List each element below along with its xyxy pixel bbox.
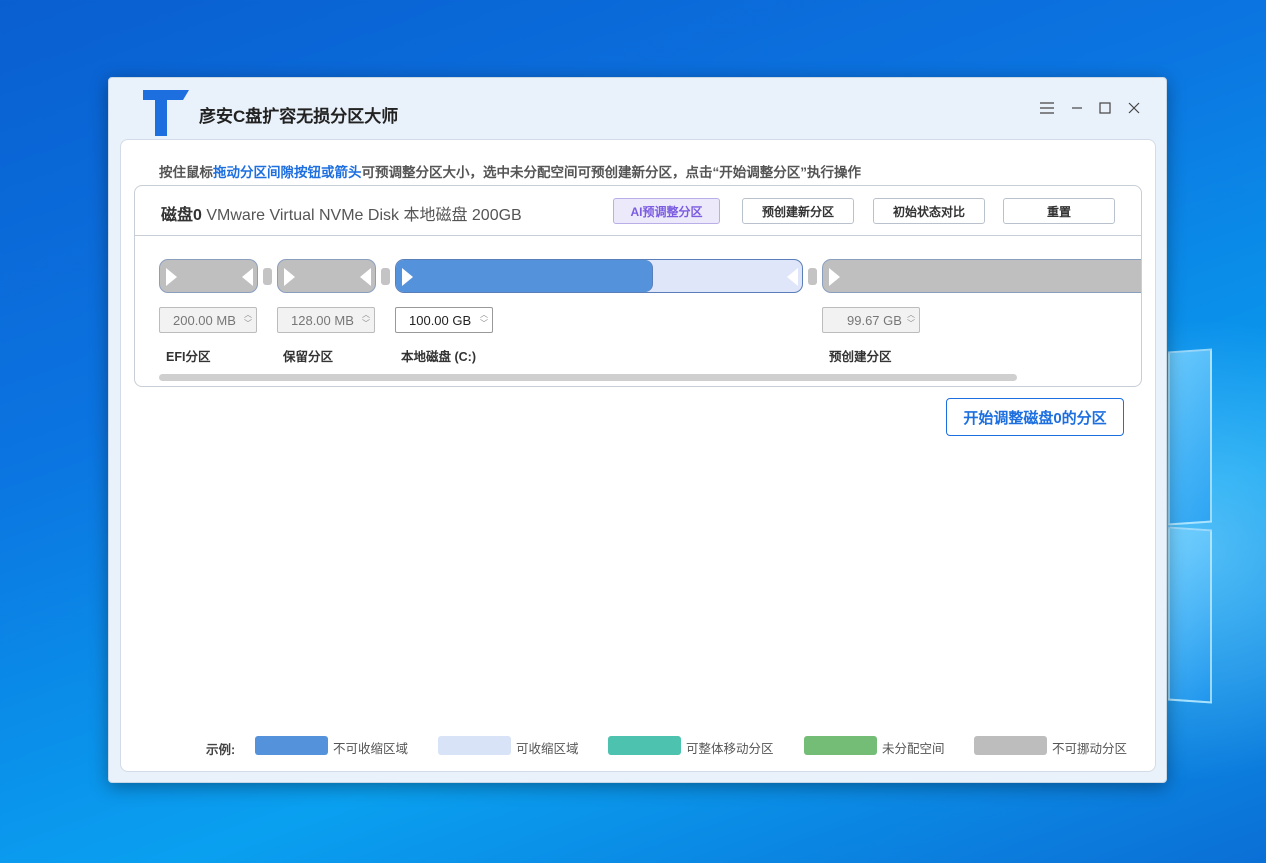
instruction-text: 按住鼠标拖动分区间隙按钮或箭头可预调整分区大小，选中未分配空间可预创建新分区，点… — [159, 161, 861, 181]
precreated-size-value: 99.67 GB — [847, 312, 902, 328]
non-shrinkable-region — [396, 260, 653, 292]
instruction-highlight: 拖动分区间隙按钮或箭头 — [213, 165, 362, 180]
app-logo-icon — [143, 90, 189, 136]
close-icon[interactable] — [1122, 96, 1146, 120]
drag-left-arrow-icon[interactable] — [360, 268, 371, 286]
drag-right-arrow-icon[interactable] — [166, 268, 177, 286]
disk-panel: 磁盘0 VMware Virtual NVMe Disk 本地磁盘 200GB … — [134, 185, 1142, 387]
drag-left-arrow-icon[interactable] — [242, 268, 253, 286]
title-bar: 彦安C盘扩容无损分区大师 — [109, 78, 1166, 138]
menu-icon[interactable] — [1035, 96, 1059, 120]
efi-partition-label: EFI分区 — [166, 350, 211, 364]
spinner-icon[interactable]: ︿ ﹀ — [360, 310, 372, 330]
legend-title: 示例: — [206, 743, 236, 757]
windows-logo-pane-top — [1168, 348, 1212, 526]
disk-description: VMware Virtual NVMe Disk 本地磁盘 200GB — [206, 207, 522, 224]
spinner-icon[interactable]: ︿ ﹀ — [905, 310, 917, 330]
reserved-size-input[interactable]: 128.00 MB ︿ ﹀ — [277, 307, 375, 333]
windows-logo-pane-bottom — [1168, 526, 1212, 704]
partition-bar-precreated[interactable] — [822, 259, 1141, 293]
spinner-icon[interactable]: ︿ ﹀ — [242, 310, 254, 330]
efi-size-input[interactable]: 200.00 MB ︿ ﹀ — [159, 307, 257, 333]
start-adjust-button[interactable]: 开始调整磁盘0的分区 — [946, 398, 1124, 436]
partition-gap-handle[interactable] — [263, 268, 272, 285]
partition-bar-efi[interactable] — [159, 259, 258, 293]
partition-bar-c[interactable] — [395, 259, 803, 293]
reset-button[interactable]: 重置 — [1003, 198, 1115, 224]
disk-header: 磁盘0 VMware Virtual NVMe Disk 本地磁盘 200GB … — [135, 186, 1141, 236]
spinner-icon[interactable]: ︿ ﹀ — [478, 310, 490, 330]
instruction-part-3: 可预调整分区大小，选中未分配空间可预创建新分区，点击“开始调整分区”执行操作 — [361, 165, 862, 180]
instruction-part-1: 按住鼠标 — [159, 165, 213, 180]
app-window: 彦安C盘扩容无损分区大师 按住鼠标拖动分区间隙按钮或箭头可预调整分区大小，选中未… — [108, 77, 1167, 783]
partition-gap-handle[interactable] — [808, 268, 817, 285]
legend-swatch-shrinkable — [438, 736, 511, 755]
maximize-icon[interactable] — [1093, 96, 1117, 120]
efi-size-value: 200.00 MB — [173, 312, 236, 328]
drag-left-arrow-icon[interactable] — [787, 268, 798, 286]
content-panel: 按住鼠标拖动分区间隙按钮或箭头可预调整分区大小，选中未分配空间可预创建新分区，点… — [120, 139, 1156, 772]
precreate-partition-button[interactable]: 预创建新分区 — [742, 198, 854, 224]
legend-label-immovable: 不可挪动分区 — [1052, 742, 1128, 756]
disk-name: 磁盘0 — [161, 207, 202, 224]
legend-swatch-movable — [608, 736, 681, 755]
precreated-partition-label: 预创建分区 — [829, 350, 892, 364]
reserved-size-value: 128.00 MB — [291, 312, 354, 328]
drag-right-arrow-icon[interactable] — [829, 268, 840, 286]
reserved-partition-label: 保留分区 — [283, 350, 334, 364]
legend-label-non-shrinkable: 不可收缩区域 — [333, 742, 409, 756]
drag-right-arrow-icon[interactable] — [284, 268, 295, 286]
c-partition-label: 本地磁盘 (C:) — [401, 350, 476, 364]
precreated-size-input[interactable]: 99.67 GB ︿ ﹀ — [822, 307, 920, 333]
legend-label-unallocated: 未分配空间 — [882, 742, 945, 756]
partition-bar-reserved[interactable] — [277, 259, 376, 293]
disk-title: 磁盘0 VMware Virtual NVMe Disk 本地磁盘 200GB — [161, 201, 522, 225]
drag-right-arrow-icon[interactable] — [402, 268, 413, 286]
app-title: 彦安C盘扩容无损分区大师 — [199, 107, 399, 126]
initial-state-compare-button[interactable]: 初始状态对比 — [873, 198, 985, 224]
c-size-value: 100.00 GB — [409, 312, 472, 328]
legend-swatch-immovable — [974, 736, 1047, 755]
legend-swatch-non-shrinkable — [255, 736, 328, 755]
minimize-icon[interactable] — [1065, 96, 1089, 120]
partition-gap-handle[interactable] — [381, 268, 390, 285]
legend-swatch-unallocated — [804, 736, 877, 755]
ai-adjust-button[interactable]: AI预调整分区 — [613, 198, 720, 224]
legend-label-shrinkable: 可收缩区域 — [516, 742, 579, 756]
horizontal-scrollbar[interactable] — [159, 374, 1017, 381]
c-size-input[interactable]: 100.00 GB ︿ ﹀ — [395, 307, 493, 333]
legend-label-movable: 可整体移动分区 — [686, 742, 774, 756]
